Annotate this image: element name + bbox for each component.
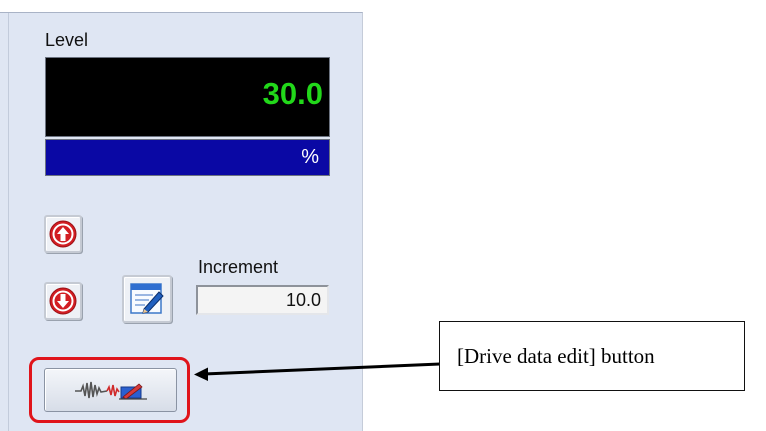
waveform-edit-icon <box>75 381 147 400</box>
arrow-up-circle-icon <box>49 220 77 248</box>
callout-text: [Drive data edit] button <box>457 344 655 368</box>
level-unit: % <box>301 146 319 168</box>
edit-increment-button[interactable] <box>122 275 172 323</box>
level-display: 30.0 <box>45 57 330 137</box>
panel-divider <box>8 13 9 431</box>
level-up-button[interactable] <box>44 215 82 253</box>
level-label: Level <box>45 30 89 50</box>
increment-field[interactable] <box>196 285 329 315</box>
arrow-down-circle-icon <box>49 287 77 315</box>
drive-data-edit-button[interactable] <box>44 368 177 412</box>
increment-label: Increment <box>198 257 279 277</box>
level-down-button[interactable] <box>44 282 82 320</box>
level-value: 30.0 <box>262 76 323 111</box>
pencil-edit-icon <box>130 283 164 314</box>
drive-data-edit-callout: [Drive data edit] button <box>439 321 745 391</box>
level-unit-bar: % <box>45 139 330 176</box>
callout-arrow <box>194 362 441 381</box>
